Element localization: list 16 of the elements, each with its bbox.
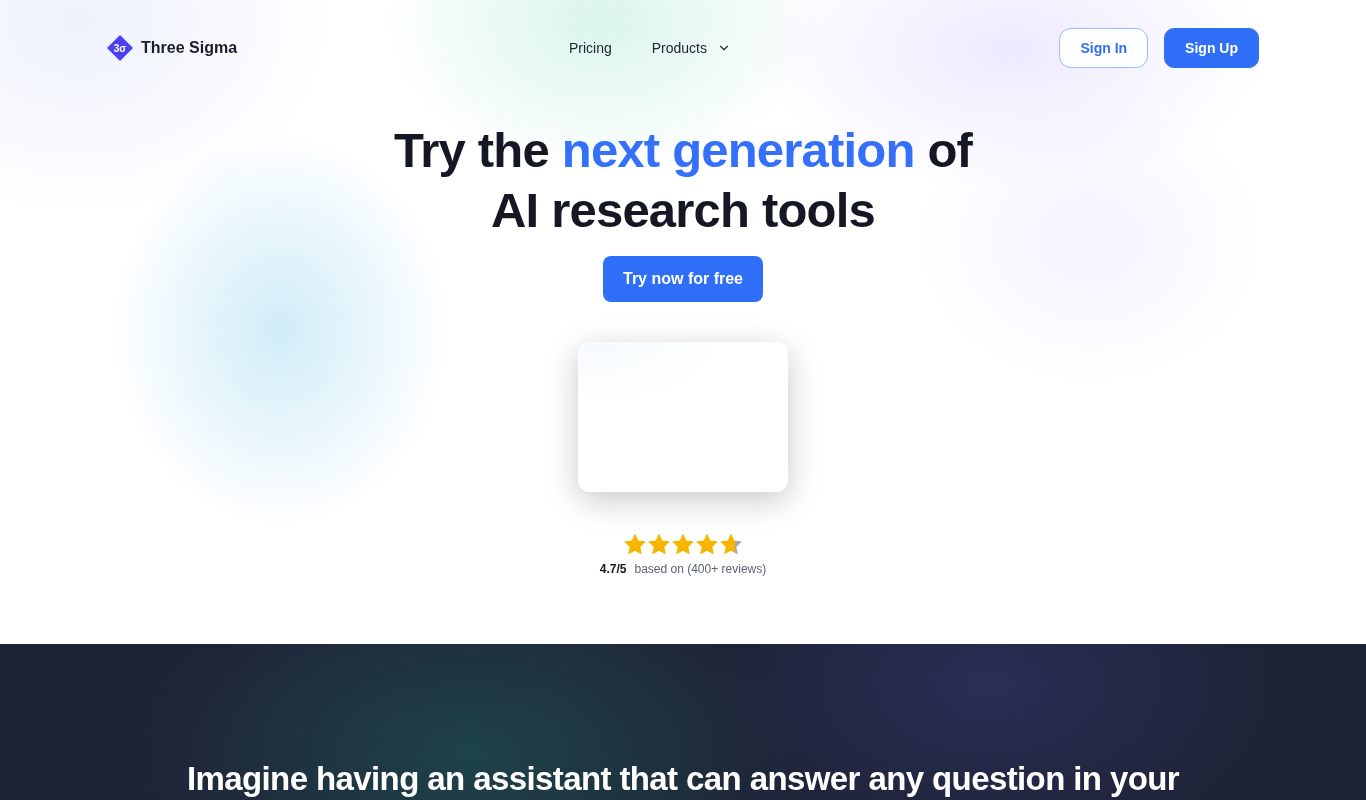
nav-dropdown[interactable]: Products	[651, 40, 731, 56]
try-free-button[interactable]: Try now for free	[603, 256, 763, 302]
star-icon	[624, 533, 646, 555]
hero-headline: Try the next generation of AI research tools	[393, 122, 973, 239]
rating-score: 4.7/5	[599, 562, 627, 576]
brand-name: Three Sigma	[141, 39, 238, 57]
logo-mark: 3σ	[107, 35, 133, 61]
feature-heading: Imagine having an assistant that can answer any question in your	[186, 759, 1180, 799]
star-icon	[648, 533, 670, 555]
review-count: based on (400+ reviews)	[634, 562, 767, 576]
star-icon	[672, 533, 694, 555]
nav-link[interactable]: Pricing	[568, 40, 612, 56]
sign-up-button[interactable]: Sign Up	[1164, 28, 1259, 68]
star-icon	[720, 533, 742, 555]
sign-in-button[interactable]: Sign In	[1059, 28, 1149, 68]
star-icon	[696, 533, 718, 555]
